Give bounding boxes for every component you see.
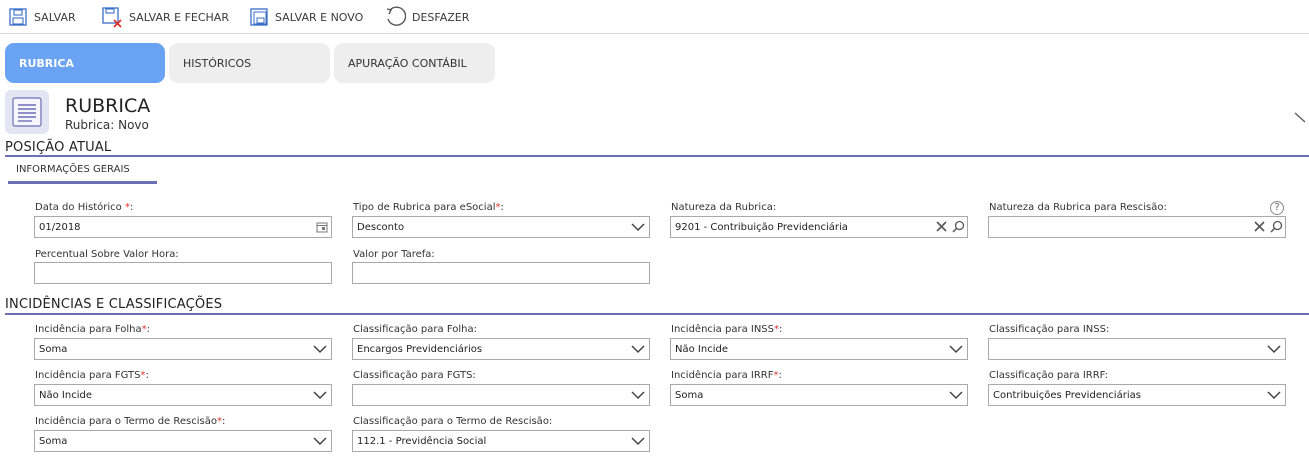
inc-inss-value: Não Incide — [675, 343, 728, 355]
section-current-position: POSIÇÃO ATUAL — [5, 140, 112, 155]
save-new-label: SALVAR E NOVO — [275, 10, 364, 24]
chevron-down-icon — [1267, 344, 1281, 357]
save-label: SALVAR — [34, 10, 76, 24]
inc-irrf-label: Incidência para IRRF*: — [671, 370, 782, 381]
toolbar: SALVAR SALVAR E FECHAR SALVAR E NOVO DES… — [0, 0, 1309, 34]
nature-rescission-label: Natureza da Rubrica para Rescisão: — [989, 202, 1167, 213]
class-irrf-value: Contribuições Previdenciárias — [993, 389, 1141, 401]
calendar-icon[interactable] — [316, 221, 328, 236]
esocial-type-label: Tipo de Rubrica para eSocial*: — [353, 202, 504, 213]
chevron-down-icon — [631, 390, 645, 403]
task-value-field[interactable] — [352, 262, 650, 284]
class-rescission-select[interactable]: 112.1 - Previdência Social — [352, 430, 650, 452]
chevron-down-icon — [631, 344, 645, 357]
class-payroll-value: Encargos Previdenciários — [357, 343, 483, 355]
inc-rescission-select[interactable]: Soma — [34, 430, 332, 452]
save-icon — [9, 8, 27, 26]
save-close-icon — [102, 7, 122, 28]
nature-label: Natureza da Rubrica: — [671, 202, 777, 213]
tab-label: RUBRICA — [19, 56, 74, 70]
class-inss-label: Classificação para INSS: — [989, 324, 1110, 335]
tab-label: HISTÓRICOS — [183, 56, 252, 70]
inc-payroll-select[interactable]: Soma — [34, 338, 332, 360]
save-close-label: SALVAR E FECHAR — [129, 10, 229, 24]
save-new-button[interactable]: SALVAR E NOVO — [249, 5, 363, 29]
percent-hour-label: Percentual Sobre Valor Hora: — [35, 249, 179, 260]
inc-fgts-label: Incidência para FGTS*: — [35, 370, 149, 381]
tab-apuracao-contabil[interactable]: APURAÇÃO CONTÁBIL — [334, 43, 495, 83]
chevron-down-icon — [631, 222, 645, 235]
tab-historicos[interactable]: HISTÓRICOS — [169, 43, 330, 83]
page-subtitle: Rubrica: Novo — [65, 118, 149, 132]
search-icon[interactable] — [1270, 220, 1283, 236]
undo-label: DESFAZER — [412, 10, 470, 24]
esocial-type-select[interactable]: Desconto — [352, 216, 650, 238]
nature-value: 9201 - Contribuição Previdenciária — [675, 221, 848, 233]
chevron-down-icon — [313, 436, 327, 449]
chevron-down-icon — [1267, 390, 1281, 403]
inc-rescission-label: Incidência para o Termo de Rescisão*: — [35, 416, 226, 427]
collapse-icon[interactable] — [1293, 110, 1307, 127]
nature-lookup[interactable]: 9201 - Contribuição Previdenciária — [670, 216, 968, 238]
inc-payroll-label: Incidência para Folha*: — [35, 324, 151, 335]
document-icon — [5, 90, 49, 134]
chevron-down-icon — [313, 344, 327, 357]
page-title: RUBRICA — [65, 95, 151, 117]
tab-rubrica[interactable]: RUBRICA — [5, 43, 165, 83]
class-fgts-label: Classificação para FGTS: — [353, 370, 476, 381]
undo-button[interactable]: DESFAZER — [384, 5, 469, 29]
class-payroll-label: Classificação para Folha: — [353, 324, 477, 335]
class-rescission-value: 112.1 - Previdência Social — [357, 435, 487, 447]
save-close-button[interactable]: SALVAR E FECHAR — [101, 5, 229, 29]
inc-inss-label: Incidência para INSS*: — [671, 324, 783, 335]
tab-label: APURAÇÃO CONTÁBIL — [348, 56, 467, 70]
inc-fgts-select[interactable]: Não Incide — [34, 384, 332, 406]
chevron-down-icon — [313, 390, 327, 403]
history-date-field[interactable]: 01/2018 — [34, 216, 332, 238]
undo-icon — [386, 6, 406, 26]
clear-icon[interactable] — [936, 221, 947, 235]
history-date-value: 01/2018 — [39, 221, 81, 233]
class-payroll-select[interactable]: Encargos Previdenciários — [352, 338, 650, 360]
chevron-down-icon — [631, 436, 645, 449]
save-button[interactable]: SALVAR — [8, 5, 76, 29]
chevron-down-icon — [949, 390, 963, 403]
percent-hour-field[interactable] — [34, 262, 332, 284]
class-irrf-label: Classificação para IRRF: — [989, 370, 1109, 381]
class-rescission-label: Classificação para o Termo de Rescisão: — [353, 416, 553, 427]
inc-fgts-value: Não Incide — [39, 389, 92, 401]
section-incidences: INCIDÊNCIAS E CLASSIFICAÇÕES — [5, 297, 223, 312]
inc-inss-select[interactable]: Não Incide — [670, 338, 968, 360]
search-icon[interactable] — [952, 220, 965, 236]
inc-payroll-value: Soma — [39, 343, 68, 355]
class-fgts-select[interactable] — [352, 384, 650, 406]
history-date-label: Data do Histórico *: — [35, 202, 134, 213]
task-value-label: Valor por Tarefa: — [353, 249, 435, 260]
chevron-down-icon — [949, 344, 963, 357]
clear-icon[interactable] — [1254, 221, 1265, 235]
save-new-icon — [250, 8, 268, 26]
class-inss-select[interactable] — [988, 338, 1286, 360]
nature-rescission-lookup[interactable] — [988, 216, 1286, 238]
class-irrf-select[interactable]: Contribuições Previdenciárias — [988, 384, 1286, 406]
tab-general-info[interactable]: INFORMAÇÕES GERAIS — [8, 160, 157, 184]
section-divider — [5, 313, 1309, 315]
inc-irrf-value: Soma — [675, 389, 704, 401]
help-icon[interactable]: ? — [1270, 201, 1284, 215]
esocial-type-value: Desconto — [357, 221, 405, 233]
inc-irrf-select[interactable]: Soma — [670, 384, 968, 406]
inc-rescission-value: Soma — [39, 435, 68, 447]
section-divider — [5, 155, 1309, 157]
